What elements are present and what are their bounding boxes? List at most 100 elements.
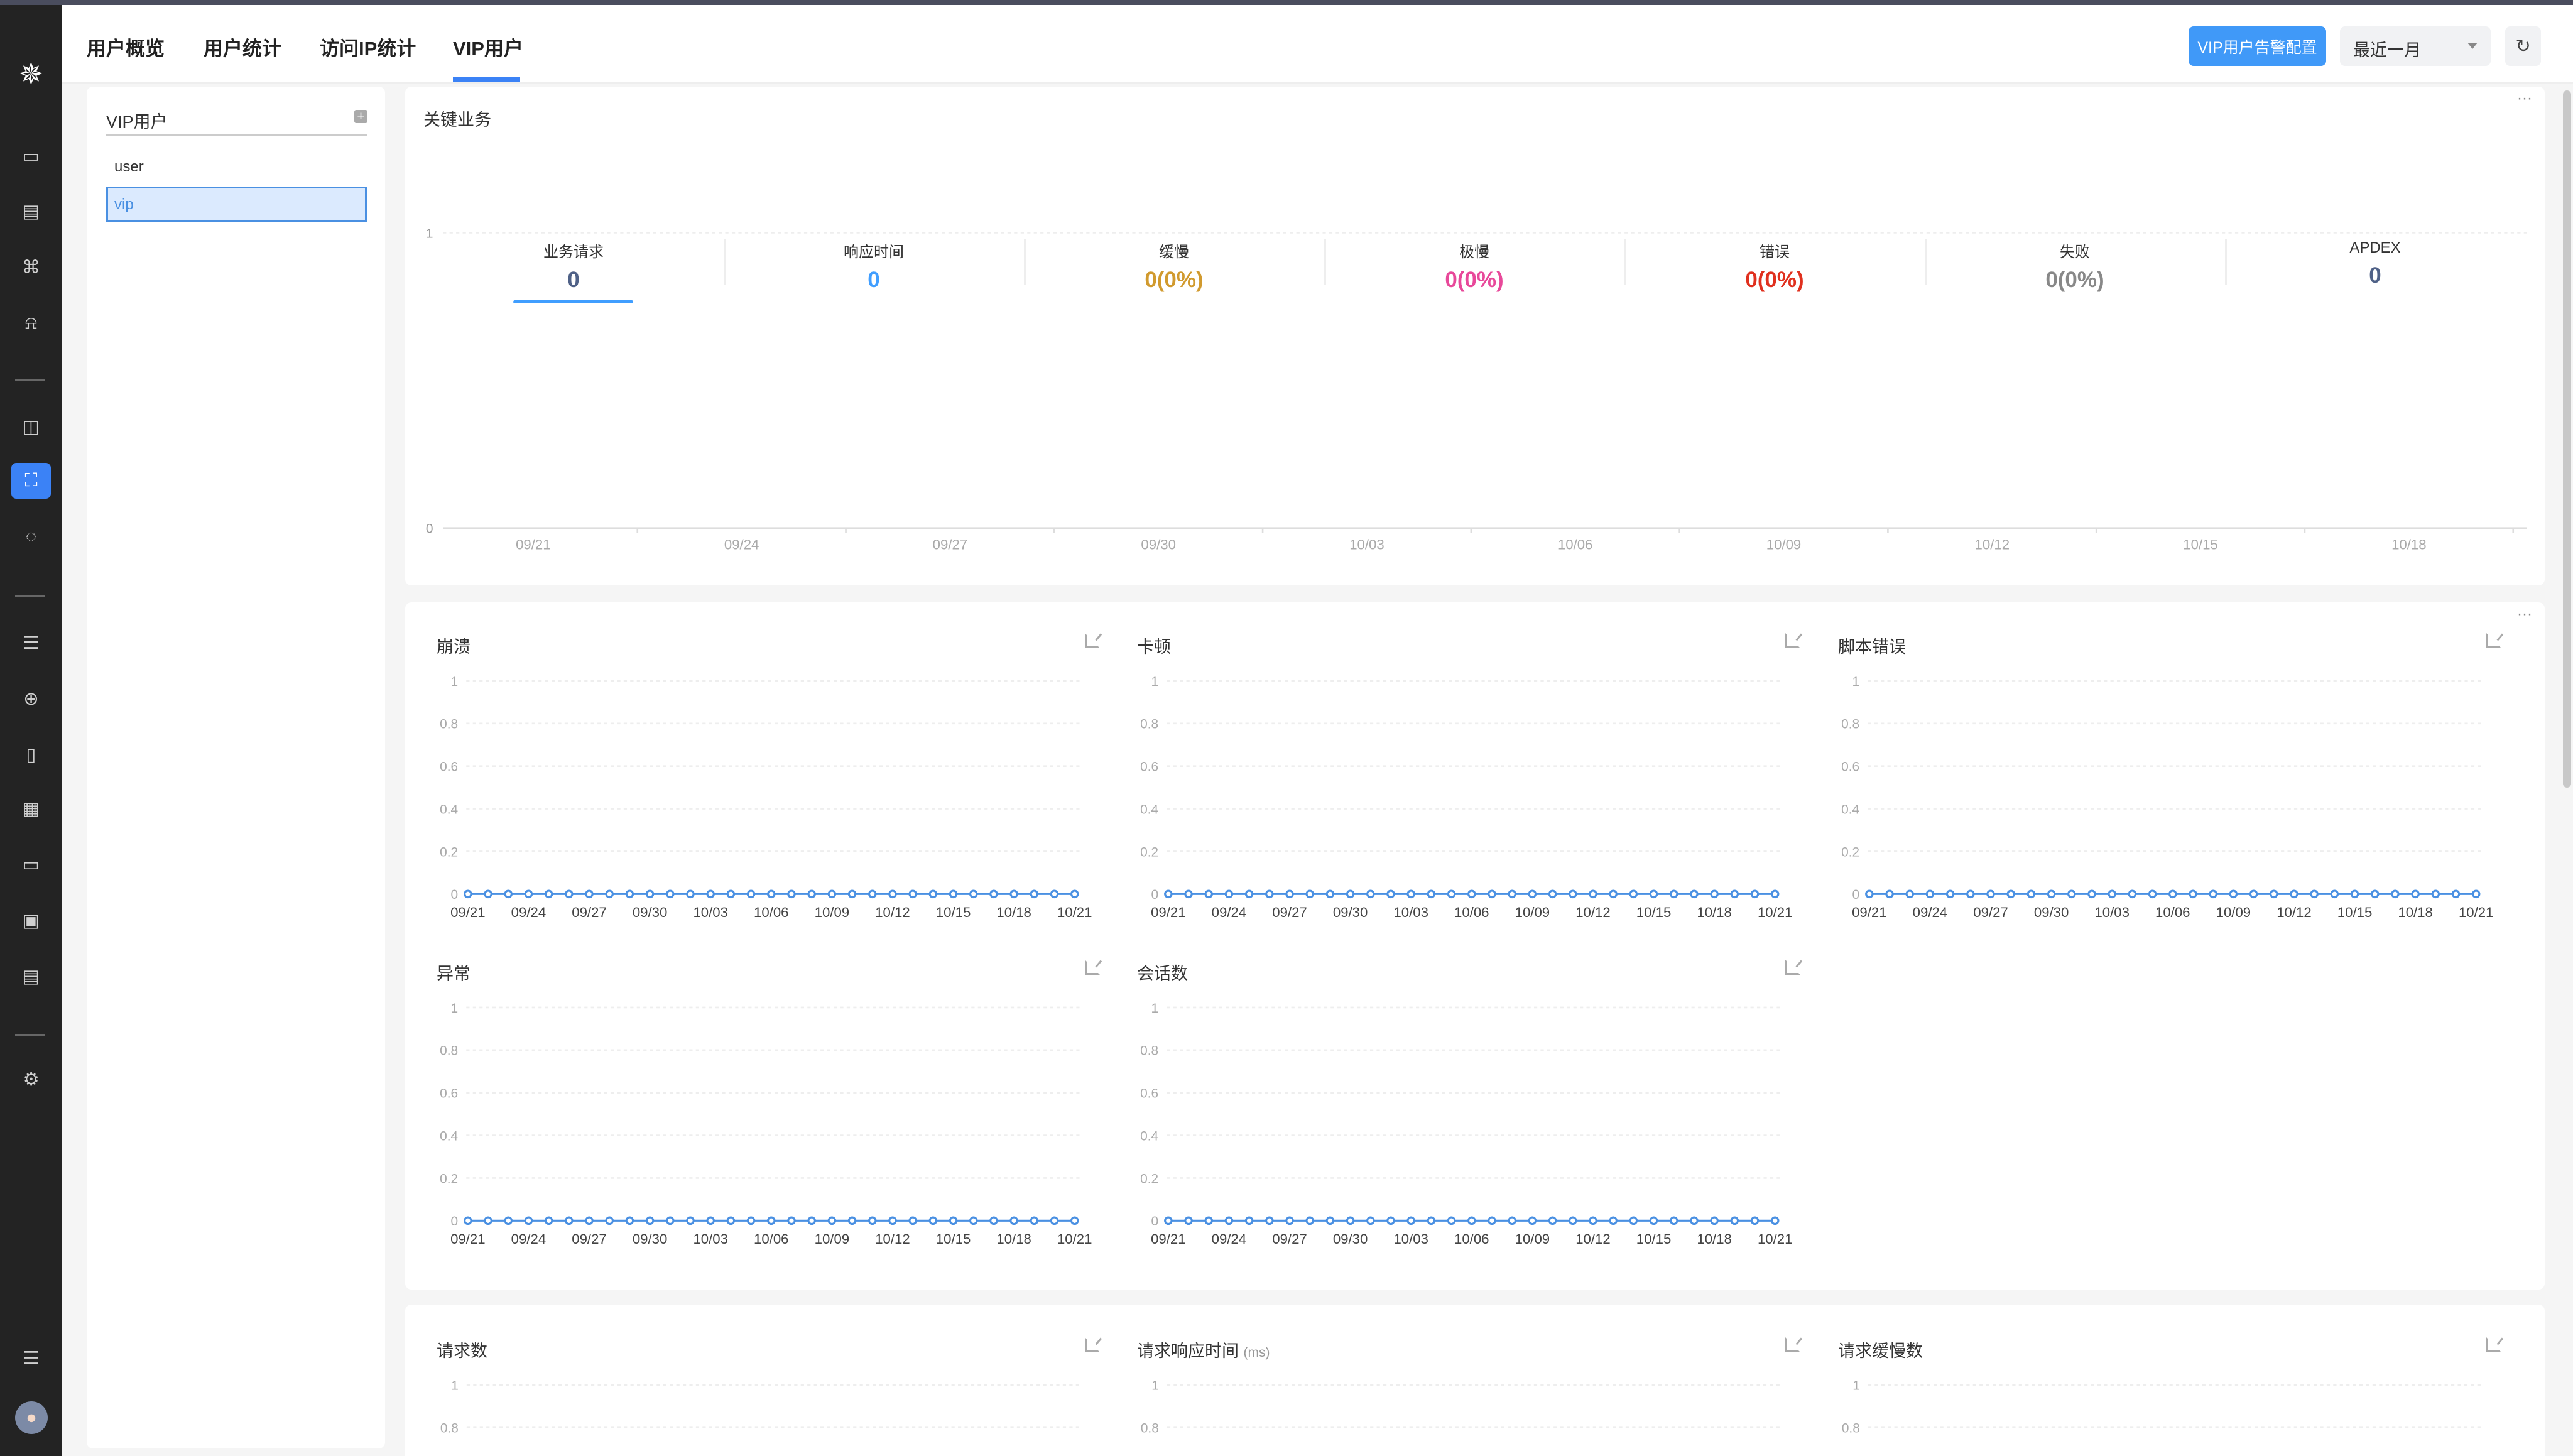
external-link-icon[interactable] [1785,960,1800,975]
x-tick-label: 09/24 [1212,1231,1246,1247]
data-point [2168,889,2177,899]
data-point [544,1216,553,1225]
document-icon[interactable]: ▤ [11,193,51,229]
topology-icon[interactable]: ⌘ [11,249,51,285]
y-tick-label: 0.6 [1140,760,1158,774]
chart-title: 请求响应时间 (ms) [1137,1337,1270,1362]
x-tick-label: 10/09 [815,1231,849,1247]
data-point [2087,889,2096,899]
x-tick-label: 09/21 [1151,905,1185,920]
chart-7: 请求响应时间 (ms) 0.8 1 [1137,1337,1813,1455]
x-tick-label: 09/21 [450,905,485,920]
data-point [1184,889,1193,899]
tab-user-overview[interactable]: 用户概览 [87,33,165,61]
external-link-icon[interactable] [1085,1337,1100,1352]
health-icon[interactable]: ◌ [11,519,51,555]
external-link-icon[interactable] [1785,1337,1800,1352]
data-point [1966,889,1975,899]
building-icon[interactable]: ▦ [11,791,51,827]
more-icon[interactable]: ··· [2517,606,2532,623]
data-point [766,1216,776,1225]
external-link-icon[interactable] [1085,960,1100,975]
data-point [1710,889,1719,899]
dashboard-icon[interactable]: ▭ [11,138,51,174]
key-business-chart-svg: 0 1 09/21 09/24 09/27 09/30 10/03 10/06 10/09 10/… [426,226,2527,553]
x-tick-label: 10/15 [2337,905,2372,920]
logo-icon[interactable]: ✵ [11,54,51,94]
data-point [2471,889,2481,899]
x-tick-label: 10/12 [875,905,910,920]
vip-list-item-selected[interactable]: vip [106,187,367,222]
data-point [666,889,675,899]
alarm-icon[interactable]: ⍾ [11,305,51,341]
external-link-icon[interactable] [1085,633,1100,648]
calendar-icon[interactable]: ▤ [11,959,51,994]
data-point [1629,1216,1638,1225]
data-point [2350,889,2359,899]
data-point [787,1216,796,1225]
time-range-select[interactable]: 最近一月 [2340,26,2491,66]
x-tick-label: 10/18 [2391,537,2427,553]
data-point [2330,889,2339,899]
refresh-button[interactable]: ↻ [2505,26,2541,66]
data-point [625,889,634,899]
x-tick-label: 10/15 [1636,1231,1671,1247]
x-tick-label: 10/21 [1057,1231,1092,1247]
user-experience-icon[interactable]: ⛶ [11,463,51,499]
mobile-icon[interactable]: ▯ [11,737,51,773]
user-avatar[interactable]: ● [15,1401,48,1434]
data-point [1986,889,1995,899]
tab-ip-statistics[interactable]: 访问IP统计 [320,33,416,61]
plus-icon[interactable]: + [354,110,367,123]
data-point [605,889,614,899]
x-tick-label: 10/18 [1697,905,1731,920]
external-link-icon[interactable] [1785,633,1800,648]
data-point [1050,889,1059,899]
more-icon[interactable]: ··· [2517,90,2532,107]
data-point [1750,1216,1760,1225]
collapse-menu-icon[interactable]: ☰ [11,1340,51,1376]
vip-list-item[interactable]: user [106,149,367,185]
server-icon[interactable]: ☰ [11,625,51,661]
x-tick-label: 09/27 [933,537,968,553]
data-point [1548,1216,1557,1225]
window-top-bar [0,0,2573,5]
settings-icon[interactable]: ⚙ [11,1062,51,1097]
y-tick-label: 0.6 [440,760,458,774]
x-tick-label: 09/30 [1333,905,1368,920]
data-point [1184,1216,1193,1225]
data-point [2026,889,2036,899]
data-point [1305,1216,1315,1225]
app-root: ✵ ▭ ▤ ⌘ ⍾ ◫ ⛶ ◌ ☰ ⊕ ▯ ▦ ▭ ▣ ▤ ⚙ ☰ ● 用户概览… [0,0,2573,1456]
x-tick-label: 10/09 [1766,537,1802,553]
data-point [605,1216,614,1225]
chart-title-text: 请求缓慢数 [1838,1342,1923,1361]
data-point [464,889,472,899]
x-tick-label: 09/21 [1852,905,1886,920]
chart-1: 崩溃 0 0.2 0.4 0.6 0.8 1 09/21 09/24 09/27 09/30 10/… [437,633,1112,942]
chart-title-text: 异常 [437,964,471,983]
data-point [868,1216,877,1225]
app-monitor-icon[interactable]: ◫ [11,409,51,445]
scrollbar[interactable] [2563,90,2571,788]
external-link-icon[interactable] [2486,633,2501,648]
data-point [1568,889,1577,899]
y-tick-label: 1 [451,675,459,689]
network-icon[interactable]: ⊕ [11,681,51,717]
batch-icon[interactable]: ▣ [11,903,51,938]
y-tick-label: 0.2 [1140,1171,1158,1186]
data-point [868,889,877,899]
y-tick-label: 0.8 [1140,1044,1158,1058]
y-tick-label: 1 [1852,675,1860,689]
tab-vip-users[interactable]: VIP用户 [453,33,523,61]
data-point [1488,889,1496,899]
external-link-icon[interactable] [2486,1337,2501,1352]
data-point [807,889,816,899]
screen-icon[interactable]: ▭ [11,847,51,883]
data-point [949,889,958,899]
x-tick-label: 10/12 [1575,1231,1610,1247]
data-point [524,889,533,899]
vip-alert-config-button[interactable]: VIP用户告警配置 [2189,26,2326,66]
tab-user-statistics[interactable]: 用户统计 [204,33,281,61]
data-point [1750,889,1760,899]
